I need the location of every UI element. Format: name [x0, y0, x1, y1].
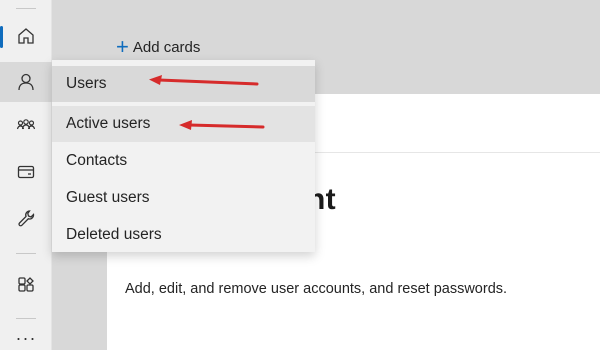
- flyout-item-users[interactable]: Users: [52, 66, 315, 102]
- user-icon: [18, 73, 34, 91]
- flyout-item-label: Users: [66, 75, 107, 92]
- setup-nav-button[interactable]: [0, 198, 52, 238]
- rail-divider: [16, 8, 36, 9]
- flyout-item-active-users[interactable]: Active users: [52, 106, 315, 142]
- flyout-item-deleted-users[interactable]: Deleted users: [52, 217, 315, 253]
- left-nav-rail: ···: [0, 0, 52, 350]
- apps-nav-button[interactable]: [0, 264, 52, 304]
- home-icon: [18, 28, 34, 44]
- flyout-item-label: Contacts: [66, 152, 128, 169]
- flyout-item-label: Guest users: [66, 189, 150, 206]
- flyout-item-label: Deleted users: [66, 226, 162, 243]
- wrench-icon: [18, 210, 35, 227]
- more-icon: ···: [15, 327, 37, 348]
- home-nav-button[interactable]: [0, 16, 52, 56]
- groups-nav-button[interactable]: [0, 106, 52, 146]
- rail-divider: [16, 253, 36, 254]
- flyout-item-label: Active users: [66, 115, 151, 132]
- billing-nav-button[interactable]: [0, 152, 52, 192]
- flyout-item-guest-users[interactable]: Guest users: [52, 180, 315, 216]
- users-flyout-menu: Users Active users Contacts Guest users …: [52, 60, 315, 252]
- groups-icon: [16, 119, 36, 130]
- add-cards-label: Add cards: [132, 38, 201, 56]
- add-cards-button[interactable]: + Add cards: [116, 36, 200, 58]
- rail-divider: [16, 318, 36, 319]
- plus-icon: +: [116, 34, 129, 59]
- card-description: Add, edit, and remove user accounts, and…: [125, 281, 508, 297]
- billing-icon: [17, 165, 35, 179]
- users-nav-button[interactable]: [0, 62, 52, 102]
- more-nav-button[interactable]: ···: [0, 326, 52, 350]
- flyout-item-contacts[interactable]: Contacts: [52, 143, 315, 179]
- apps-icon: [18, 277, 34, 292]
